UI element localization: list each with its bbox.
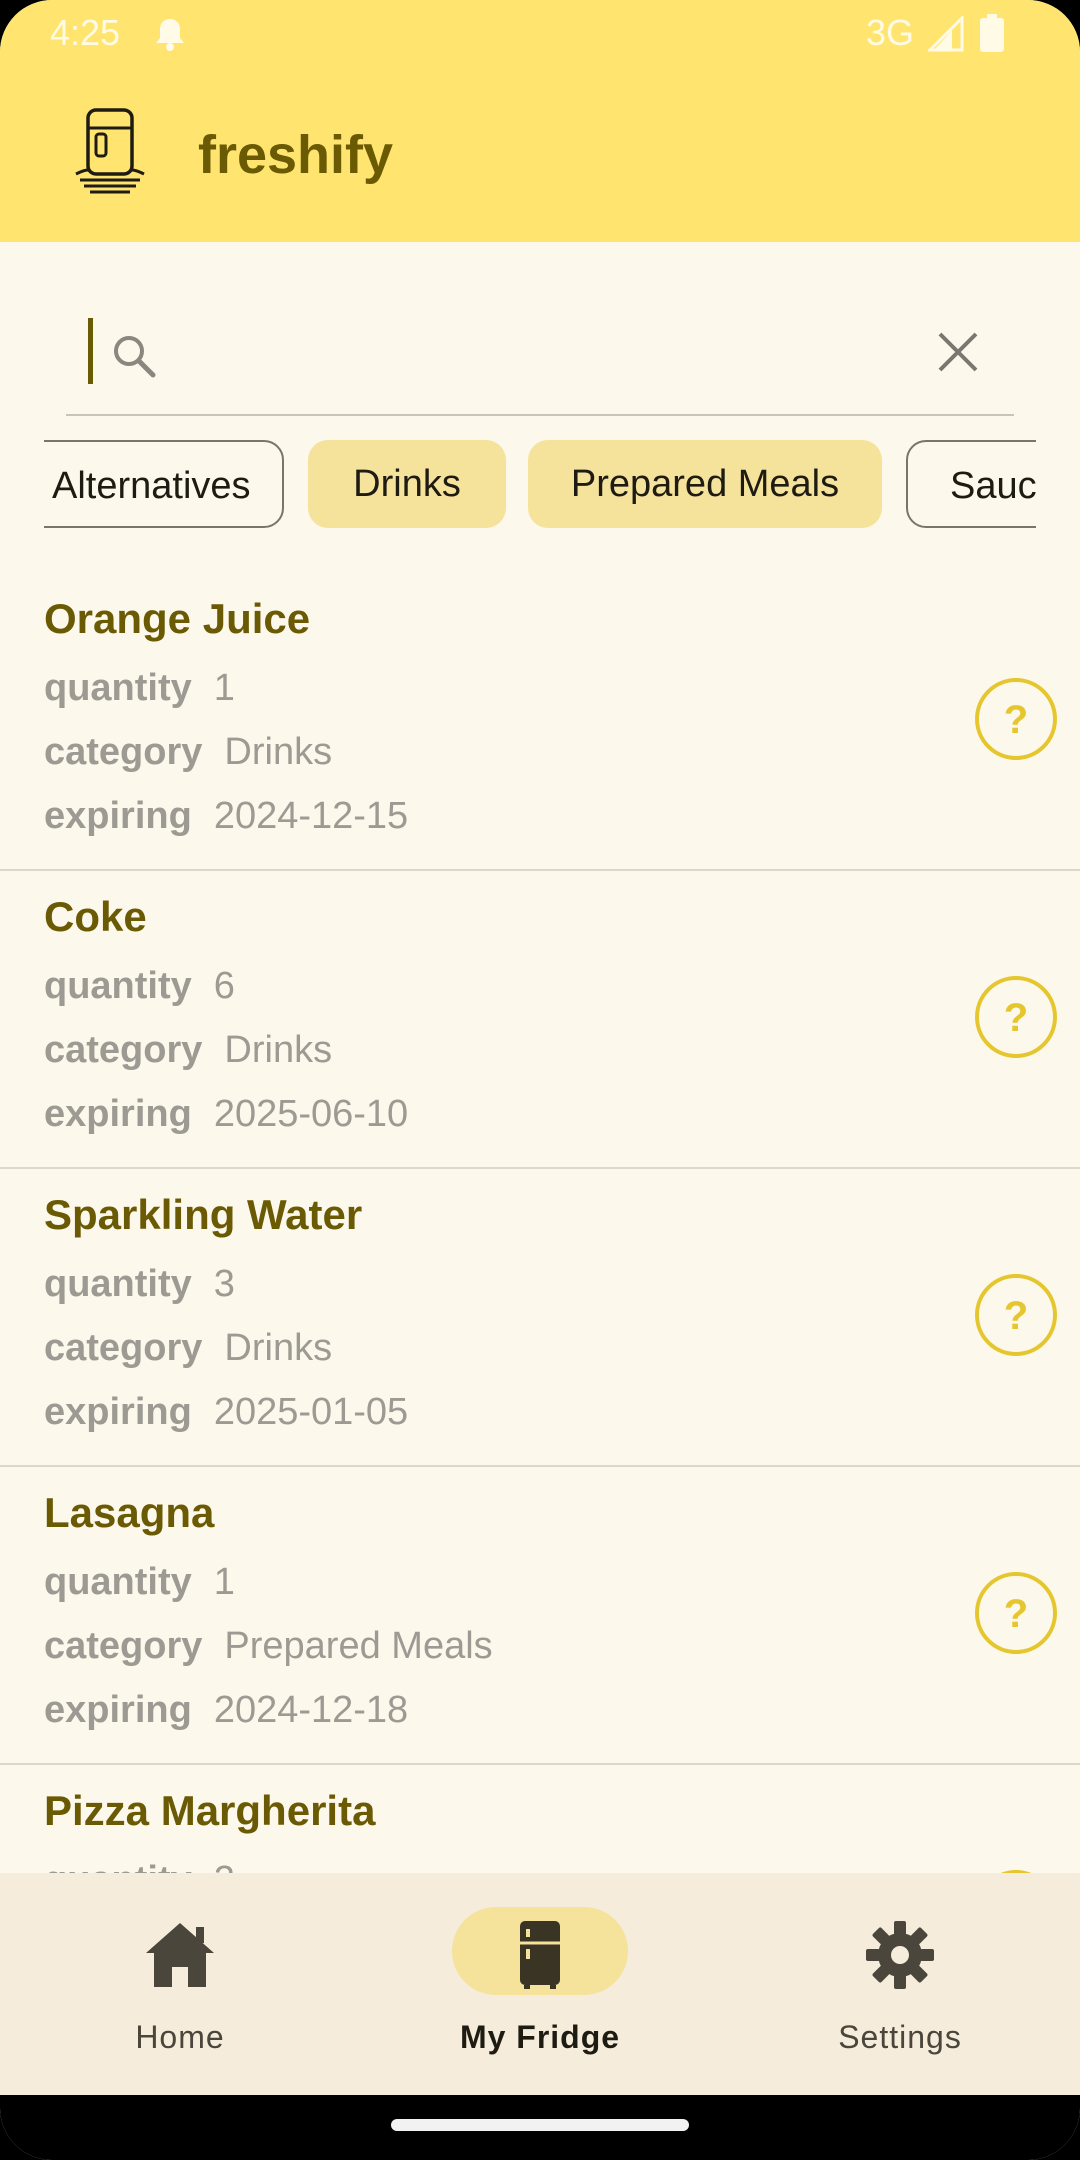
network-type: 3G [866,12,915,53]
expiring-label: expiring [44,795,192,837]
item-name: Lasagna [44,1489,215,1536]
help-icon[interactable]: ? [974,975,1058,1059]
category-label: category [44,1625,203,1667]
svg-text:?: ? [1004,698,1028,742]
battery-icon [980,14,1004,52]
category-value: Drinks [224,731,333,773]
item-name: Pizza Margherita [44,1787,376,1834]
chip-sauces[interactable]: Sauc [906,440,1036,528]
chip-label: Alternatives [52,465,251,507]
status-time: 4:25 [50,12,121,53]
signal-icon [928,16,964,52]
expiring-value: 2025-06-10 [213,1093,409,1135]
item-category: category Drinks [44,1327,332,1370]
app-screen: 4:25 3G freshify Alternatives Drinks Pre… [0,0,1080,2160]
item-expiring: expiring 2025-06-10 [44,1093,408,1136]
quantity-value: 1 [213,1561,235,1603]
app-header: 4:25 3G freshify [0,0,1080,242]
quantity-value: 6 [213,965,235,1007]
svg-text:?: ? [1004,996,1028,1040]
category-label: category [44,1327,203,1369]
fridge-logo-icon [75,108,145,194]
item-category: category Drinks [44,731,332,774]
list-item[interactable]: Orange Juice quantity 1 category Drinks ex… [0,571,1080,871]
gear-icon [866,1921,934,1989]
bottom-navigation: Home My Fridge Settings [0,1873,1080,2095]
item-expiring: expiring 2025-01-05 [44,1391,408,1434]
expiring-label: expiring [44,1093,192,1135]
notification-icon [156,19,184,51]
category-value: Prepared Meals [224,1625,493,1667]
category-value: Drinks [224,1327,333,1369]
expiring-label: expiring [44,1689,192,1731]
search-bar[interactable] [66,300,1014,416]
fridge-icon [520,1921,560,1989]
item-quantity: quantity 1 [44,1561,235,1604]
nav-my-fridge[interactable]: My Fridge [360,1873,720,2095]
help-icon[interactable]: ? [974,1273,1058,1357]
list-item[interactable]: Lasagna quantity 1 category Prepared Meals… [0,1465,1080,1765]
item-quantity: quantity 1 [44,667,235,710]
item-expiring: expiring 2024-12-18 [44,1689,408,1732]
expiring-value: 2025-01-05 [213,1391,409,1433]
app-title: freshify [198,125,394,185]
category-value: Drinks [224,1029,333,1071]
status-bar: 4:25 3G [0,0,1080,66]
item-name: Orange Juice [44,595,311,642]
quantity-label: quantity [44,965,192,1007]
item-category: category Drinks [44,1029,332,1072]
item-quantity: quantity 6 [44,965,235,1008]
close-icon[interactable] [932,326,984,378]
search-icon [114,336,156,378]
item-category: category Prepared Meals [44,1625,493,1668]
help-icon[interactable]: ? [974,677,1058,761]
expiring-value: 2024-12-18 [213,1689,409,1731]
item-expiring: expiring 2024-12-15 [44,795,408,838]
nav-home[interactable]: Home [0,1873,360,2095]
svg-text:?: ? [1004,1294,1028,1338]
search-underline [66,414,1014,416]
expiring-value: 2024-12-15 [213,795,409,837]
list-item[interactable]: Coke quantity 6 category Drinks expiring 20… [0,869,1080,1169]
chip-label: Drinks [353,463,461,505]
category-label: category [44,731,203,773]
nav-label: Home [135,2019,225,2055]
chip-label: Sauc [950,465,1036,507]
category-filter-chips[interactable]: Alternatives Drinks Prepared Meals Sauc [44,440,1036,530]
item-name: Sparkling Water [44,1191,363,1238]
quantity-value: 3 [213,1263,235,1305]
nav-label: Settings [838,2019,962,2055]
home-icon [146,1923,214,1987]
quantity-label: quantity [44,667,192,709]
chip-alternatives[interactable]: Alternatives [44,440,284,528]
quantity-value: 1 [213,667,235,709]
item-name: Coke [44,893,147,940]
text-cursor [88,318,93,384]
home-gesture-bar[interactable] [391,2119,689,2131]
category-label: category [44,1029,203,1071]
item-quantity: quantity 3 [44,1263,235,1306]
quantity-label: quantity [44,1263,192,1305]
nav-settings[interactable]: Settings [720,1873,1080,2095]
chip-prepared-meals[interactable]: Prepared Meals [528,440,882,528]
help-icon[interactable]: ? [974,1571,1058,1655]
list-item[interactable]: Sparkling Water quantity 3 category Drinks… [0,1167,1080,1467]
chip-drinks[interactable]: Drinks [308,440,506,528]
expiring-label: expiring [44,1391,192,1433]
quantity-label: quantity [44,1561,192,1603]
svg-text:?: ? [1004,1592,1028,1636]
chip-label: Prepared Meals [570,463,840,505]
nav-label: My Fridge [459,2019,621,2055]
search-input[interactable] [178,320,882,386]
